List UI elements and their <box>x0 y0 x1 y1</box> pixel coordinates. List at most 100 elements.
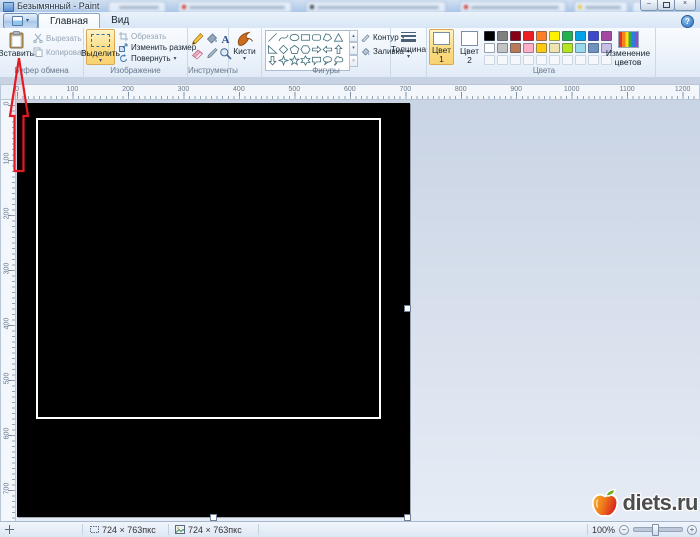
shape-arrow-left[interactable] <box>322 44 333 56</box>
shape-line[interactable] <box>267 32 278 44</box>
h-ruler-label: 900 <box>510 86 523 93</box>
blurred-tab <box>460 1 566 12</box>
shape-curve[interactable] <box>278 32 289 44</box>
shape-diamond[interactable] <box>278 44 289 56</box>
shape-callout-oval[interactable] <box>322 55 333 67</box>
palette-color-swatch[interactable] <box>562 31 573 41</box>
palette-color-swatch[interactable] <box>510 31 521 41</box>
help-icon[interactable]: ? <box>681 15 694 28</box>
shape-pentagon[interactable] <box>289 44 300 56</box>
shapes-scroll-up[interactable]: ▴ <box>349 30 358 43</box>
paint-menu-button[interactable]: ▾ <box>3 13 38 29</box>
shape-arrow-up[interactable] <box>333 44 344 56</box>
edit-colors-button[interactable]: Изменение цветов <box>604 29 652 69</box>
h-ruler-label: 300 <box>177 86 190 93</box>
palette-color-swatch[interactable] <box>549 31 560 41</box>
shape-star-6-icon <box>300 55 311 67</box>
copy-icon <box>33 47 43 57</box>
shape-callout-rectangle[interactable] <box>311 55 322 67</box>
restore-button[interactable] <box>657 0 675 11</box>
shape-rectangle[interactable] <box>300 32 311 44</box>
tool-color-picker-button[interactable] <box>205 46 218 60</box>
palette-color-swatch[interactable] <box>562 43 573 53</box>
palette-empty-slot[interactable] <box>510 55 521 65</box>
shape-callout-rectangle-icon <box>311 57 322 67</box>
shape-oval[interactable] <box>289 32 300 44</box>
canvas-resize-handle-bottom[interactable] <box>210 514 217 521</box>
tab-home[interactable]: Главная <box>38 13 101 29</box>
shape-star-4[interactable] <box>278 55 289 67</box>
palette-color-swatch[interactable] <box>575 31 586 41</box>
brushes-button[interactable]: Кисти ▾ <box>231 29 258 71</box>
shape-polygon-icon <box>322 33 333 42</box>
palette-color-swatch[interactable] <box>575 43 586 53</box>
shapes-scroll-down[interactable]: ▾ <box>349 42 358 55</box>
palette-empty-slot[interactable] <box>549 55 560 65</box>
palette-color-swatch[interactable] <box>549 43 560 53</box>
select-button[interactable]: Выделить ▾ <box>81 29 120 65</box>
shape-triangle[interactable] <box>333 32 344 44</box>
canvas-resize-handle-corner[interactable] <box>404 514 411 521</box>
palette-color-swatch[interactable] <box>510 43 521 53</box>
cut-button[interactable]: Вырезать <box>33 32 82 44</box>
palette-color-swatch[interactable] <box>588 43 599 53</box>
palette-empty-slot[interactable] <box>575 55 586 65</box>
shape-arrow-right-icon <box>311 45 322 54</box>
palette-empty-slot[interactable] <box>588 55 599 65</box>
blurred-tab <box>574 1 628 12</box>
shape-callout-cloud[interactable] <box>333 55 344 67</box>
palette-color-swatch[interactable] <box>588 31 599 41</box>
color1-button[interactable]: Цвет 1 <box>429 29 454 65</box>
canvas-resize-handle-right[interactable] <box>404 305 411 312</box>
palette-empty-slot[interactable] <box>484 55 495 65</box>
palette-color-swatch[interactable] <box>536 43 547 53</box>
color2-label: Цвет 2 <box>459 46 480 65</box>
size-button[interactable]: Толщина ▾ <box>391 29 426 71</box>
color2-button[interactable]: Цвет 2 <box>457 29 482 65</box>
palette-color-swatch[interactable] <box>497 31 508 41</box>
tool-fill-button[interactable] <box>205 31 218 45</box>
shape-arrow-right[interactable] <box>311 44 322 56</box>
palette-empty-slot[interactable] <box>536 55 547 65</box>
palette-color-swatch[interactable] <box>497 43 508 53</box>
shape-arrow-down[interactable] <box>267 55 278 67</box>
shape-curve-icon <box>278 34 289 42</box>
tab-view[interactable]: Вид <box>100 12 140 28</box>
shape-polygon[interactable] <box>322 32 333 44</box>
palette-color-swatch[interactable] <box>484 31 495 41</box>
shape-hexagon[interactable] <box>300 44 311 56</box>
rotate-button[interactable]: Повернуть ▾ <box>119 52 177 64</box>
palette-color-swatch[interactable] <box>484 43 495 53</box>
palette-color-swatch[interactable] <box>523 31 534 41</box>
shape-arrow-left-icon <box>322 45 333 54</box>
h-ruler-label: 600 <box>343 86 356 93</box>
group-shapes: ▴ ▾ ▿ Контур ▾ Заливка ▾ Фигуры <box>262 28 410 77</box>
shape-star-6[interactable] <box>300 55 311 67</box>
shape-right-triangle[interactable] <box>267 44 278 56</box>
selection-size-icon <box>90 526 99 533</box>
shape-rounded-rectangle[interactable] <box>311 32 322 44</box>
zoom-in-button[interactable]: + <box>687 524 697 535</box>
palette-empty-slot[interactable] <box>523 55 534 65</box>
palette-empty-slot[interactable] <box>497 55 508 65</box>
color-picker-icon <box>207 47 218 58</box>
zoom-slider-thumb[interactable] <box>652 524 659 536</box>
watermark-text: diets.ru <box>622 490 699 515</box>
palette-empty-slot[interactable] <box>562 55 573 65</box>
zoom-out-button[interactable]: − <box>619 524 629 535</box>
shape-star-5[interactable] <box>289 55 300 67</box>
v-ruler-label: 400 <box>3 317 11 330</box>
rotate-label: Повернуть <box>131 53 171 63</box>
tool-eraser-button[interactable] <box>191 46 204 60</box>
chevron-down-icon: ▾ <box>173 55 177 62</box>
palette-color-swatch[interactable] <box>523 43 534 53</box>
v-ruler-label: 600 <box>3 427 11 440</box>
minimize-button[interactable]: – <box>640 0 658 11</box>
tool-pencil-button[interactable] <box>191 31 204 45</box>
palette-color-swatch[interactable] <box>536 31 547 41</box>
v-ruler-label: 300 <box>3 262 11 275</box>
zoom-slider[interactable] <box>633 524 683 536</box>
close-button[interactable]: × <box>674 0 696 11</box>
drawing-canvas[interactable] <box>17 103 410 517</box>
shape-hexagon-icon <box>300 45 311 54</box>
